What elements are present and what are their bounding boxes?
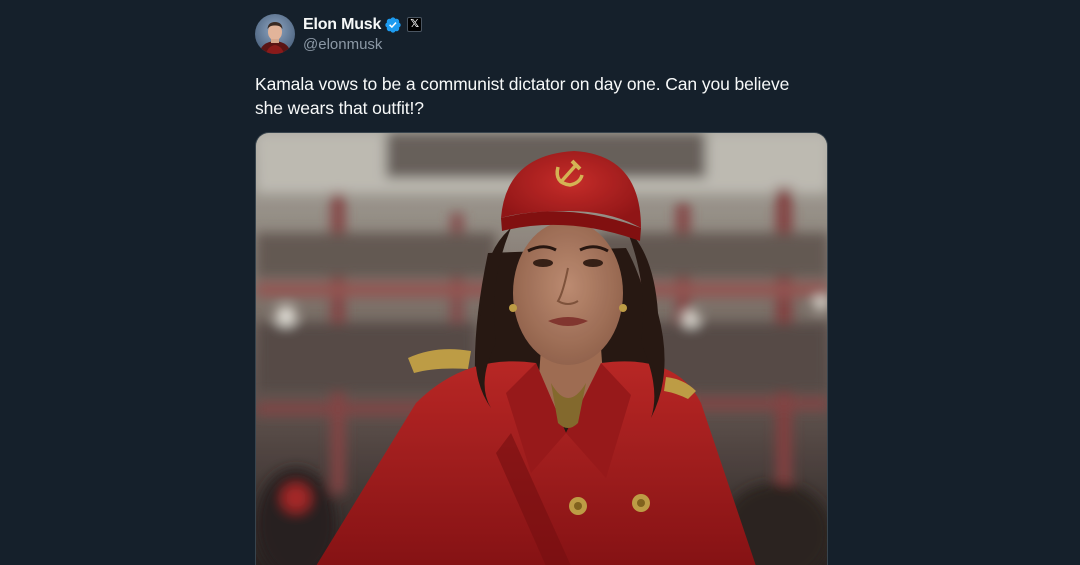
verified-badge-icon [384, 16, 402, 34]
tweet-page: Elon Musk 𝕏 @elonmusk Kamala vows to be … [0, 0, 1080, 565]
tweet-header: Elon Musk 𝕏 @elonmusk [255, 14, 828, 56]
author-display-name[interactable]: Elon Musk [303, 16, 381, 34]
name-row: Elon Musk 𝕏 [303, 14, 423, 35]
tweet-text: Kamala vows to be a communist dictator o… [255, 74, 790, 118]
tweet-media-image[interactable] [255, 132, 828, 565]
author-handle[interactable]: @elonmusk [303, 36, 422, 53]
x-logo-icon[interactable]: 𝕏 [407, 17, 423, 32]
author-names: Elon Musk 𝕏 @elonmusk [303, 14, 423, 53]
avatar[interactable] [255, 14, 295, 54]
media-illustration [256, 133, 827, 565]
tweet[interactable]: Elon Musk 𝕏 @elonmusk Kamala vows to be … [255, 14, 828, 120]
